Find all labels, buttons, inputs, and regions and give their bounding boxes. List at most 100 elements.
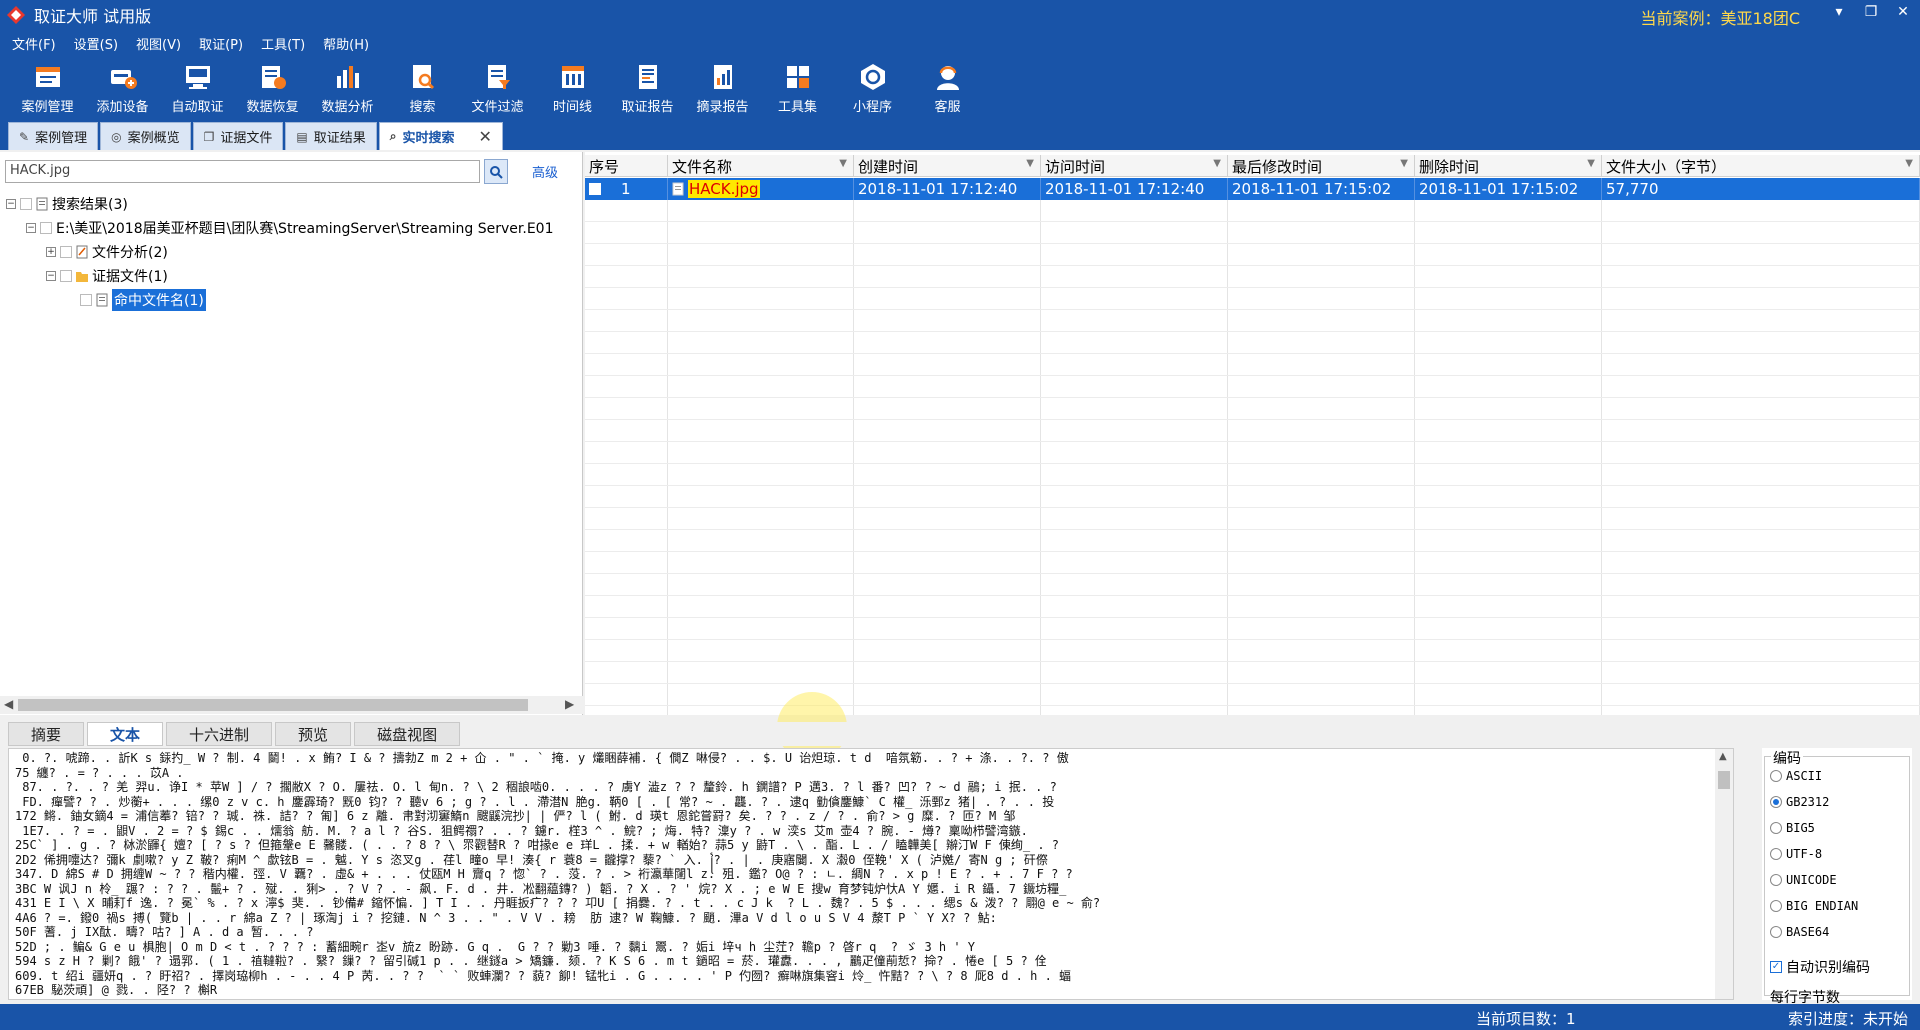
tab-preview[interactable]: 预览 — [275, 722, 352, 746]
scroll-left-icon[interactable]: ◀ — [4, 697, 13, 711]
encoding-option-big5[interactable]: BIG5 — [1770, 821, 1815, 835]
customer-service-button[interactable]: 客服 — [910, 56, 985, 120]
menu-bar: 文件(F) 设置(S) 视图(V) 取证(P) 工具(T) 帮助(H) — [0, 30, 1920, 56]
tab-realtime-search[interactable]: ⌕ 实时搜索 ✕ — [378, 122, 503, 150]
radio-icon[interactable] — [1770, 848, 1782, 860]
menu-file[interactable]: 文件(F) — [12, 34, 56, 53]
collapse-icon[interactable]: − — [26, 223, 36, 233]
text-viewer[interactable]: 0. ?. 唬蹄. . 訢K s 銾扚_ W ? 制. 4 鬭! . x 鲔? … — [8, 748, 1734, 1000]
encoding-option-ascii[interactable]: ASCII — [1770, 769, 1822, 783]
menu-settings[interactable]: 设置(S) — [74, 34, 118, 53]
text-line: 52D ; . 鳊& G e u 椇胞| O m D < t . ? ? ? :… — [15, 939, 976, 954]
file-filter-button[interactable]: 文件过滤 — [460, 56, 535, 120]
tab-forensics-results[interactable]: ▤ 取证结果 — [285, 122, 377, 150]
close-tab-icon[interactable]: ✕ — [478, 127, 491, 146]
toolset-icon — [786, 66, 809, 88]
menu-forensics[interactable]: 取证(P) — [199, 34, 243, 53]
scrollbar-thumb[interactable] — [18, 699, 528, 711]
column-header[interactable]: 文件大小（字节） ▼ — [1602, 155, 1920, 177]
tree-checkbox[interactable] — [60, 246, 72, 258]
auto-detect-encoding-checkbox[interactable]: ✓ 自动识别编码 — [1770, 957, 1870, 977]
tree-node-file-analysis[interactable]: + 文件分析(2) — [6, 240, 576, 264]
search-submit-button[interactable] — [484, 159, 508, 184]
restore-button[interactable]: ❐ — [1857, 4, 1885, 26]
menu-view[interactable]: 视图(V) — [136, 34, 181, 53]
data-analysis-icon — [336, 66, 359, 88]
column-header[interactable]: 访问时间 ▼ — [1041, 155, 1228, 177]
minimize-button[interactable]: ▾ — [1825, 4, 1853, 26]
column-header[interactable]: 创建时间 ▼ — [854, 155, 1041, 177]
tree-checkbox[interactable] — [40, 222, 52, 234]
scrollbar-thumb[interactable] — [1718, 771, 1730, 789]
radio-selected-icon[interactable] — [1770, 796, 1782, 808]
column-header[interactable]: 文件名称 ▼ — [668, 155, 854, 177]
encoding-option-big-endian[interactable]: BIG ENDIAN — [1770, 899, 1858, 913]
add-device-button[interactable]: 添加设备 — [85, 56, 160, 120]
tab-evidence-files[interactable]: ❐ 证据文件 — [192, 122, 284, 150]
tree-node-hit-filename[interactable]: 命中文件名(1) — [6, 288, 576, 312]
advanced-search-link[interactable]: 高级 — [532, 162, 558, 181]
tree-node-root[interactable]: − 搜索结果(3) — [6, 192, 576, 216]
tree-checkbox[interactable] — [60, 270, 72, 282]
checkbox-label: 自动识别编码 — [1786, 960, 1870, 976]
encoding-option-unicode[interactable]: UNICODE — [1770, 873, 1837, 887]
collapse-icon[interactable]: − — [6, 199, 16, 209]
encoding-option-gb2312[interactable]: GB2312 — [1770, 795, 1829, 809]
search-input[interactable]: HACK.jpg — [5, 160, 480, 183]
tree-checkbox[interactable] — [20, 198, 32, 210]
filter-icon[interactable]: ▼ — [1587, 158, 1595, 169]
tree-node-evidence-files[interactable]: − 证据文件(1) — [6, 264, 576, 288]
timeline-button[interactable]: 时间线 — [535, 56, 610, 120]
vertical-scrollbar[interactable]: ▲ — [1715, 749, 1733, 999]
created-cell: 2018-11-01 17:12:40 — [854, 178, 1041, 200]
filter-icon[interactable]: ▼ — [1213, 158, 1221, 169]
radio-icon[interactable] — [1770, 822, 1782, 834]
data-recovery-button[interactable]: 数据恢复 — [235, 56, 310, 120]
radio-icon[interactable] — [1770, 874, 1782, 886]
menu-tools[interactable]: 工具(T) — [261, 34, 305, 53]
radio-icon[interactable] — [1770, 900, 1782, 912]
excerpt-report-button[interactable]: 摘录报告 — [685, 56, 760, 120]
tab-case-manage[interactable]: ✎ 案例管理 — [8, 122, 99, 150]
tree-checkbox[interactable] — [80, 294, 92, 306]
tab-disk-view[interactable]: 磁盘视图 — [354, 722, 461, 746]
text-line: 50F 蓍. j IX酞. 疇? 咕? ] A . d a 暂. . . ? — [15, 925, 314, 939]
encoding-option-base64[interactable]: BASE64 — [1770, 925, 1829, 939]
tab-case-overview[interactable]: ◎ 案例概览 — [100, 122, 191, 150]
toolset-button[interactable]: 工具集 — [760, 56, 835, 120]
row-checkbox[interactable] — [589, 183, 601, 195]
tab-hex[interactable]: 十六进制 — [166, 722, 273, 746]
row-index: 1 — [621, 180, 631, 198]
search-button[interactable]: 搜索 — [385, 56, 460, 120]
column-header[interactable]: 序号 — [585, 155, 668, 177]
case-manage-button[interactable]: 案例管理 — [10, 56, 85, 120]
table-row[interactable]: 1 HACK.jpg 2018-11-01 17:12:40 2018-11-0… — [585, 178, 1920, 200]
mini-program-button[interactable]: 小程序 — [835, 56, 910, 120]
filter-icon[interactable]: ▼ — [1026, 158, 1034, 169]
menu-help[interactable]: 帮助(H) — [323, 34, 369, 53]
filter-icon[interactable]: ▼ — [839, 158, 847, 169]
scroll-right-icon[interactable]: ▶ — [565, 697, 574, 711]
filter-icon[interactable]: ▼ — [1905, 158, 1913, 169]
collapse-icon[interactable]: − — [46, 271, 56, 281]
horizontal-scrollbar[interactable]: ◀ ▶ — [0, 696, 583, 714]
forensics-report-button[interactable]: 取证报告 — [610, 56, 685, 120]
auto-forensics-button[interactable]: 自动取证 — [160, 56, 235, 120]
radio-icon[interactable] — [1770, 926, 1782, 938]
close-window-button[interactable]: ✕ — [1889, 4, 1917, 26]
tree-node-image-path[interactable]: − E:\美亚\2018届美亚杯题目\团队赛\StreamingServer\S… — [6, 216, 576, 240]
column-header[interactable]: 删除时间 ▼ — [1415, 155, 1602, 177]
search-icon: ⌕ — [389, 129, 397, 143]
column-header[interactable]: 最后修改时间 ▼ — [1228, 155, 1415, 177]
encoding-option-utf8[interactable]: UTF-8 — [1770, 847, 1822, 861]
expand-icon[interactable]: + — [46, 247, 56, 257]
scroll-up-icon[interactable]: ▲ — [1719, 751, 1727, 762]
tab-summary[interactable]: 摘要 — [8, 722, 85, 746]
column-label: 文件大小（字节） — [1606, 157, 1727, 176]
tab-text[interactable]: 文本 — [87, 722, 164, 746]
radio-icon[interactable] — [1770, 770, 1782, 782]
data-analysis-button[interactable]: 数据分析 — [310, 56, 385, 120]
filter-icon[interactable]: ▼ — [1400, 158, 1408, 169]
option-label: UNICODE — [1786, 873, 1837, 887]
checkbox-checked-icon[interactable]: ✓ — [1770, 961, 1782, 973]
